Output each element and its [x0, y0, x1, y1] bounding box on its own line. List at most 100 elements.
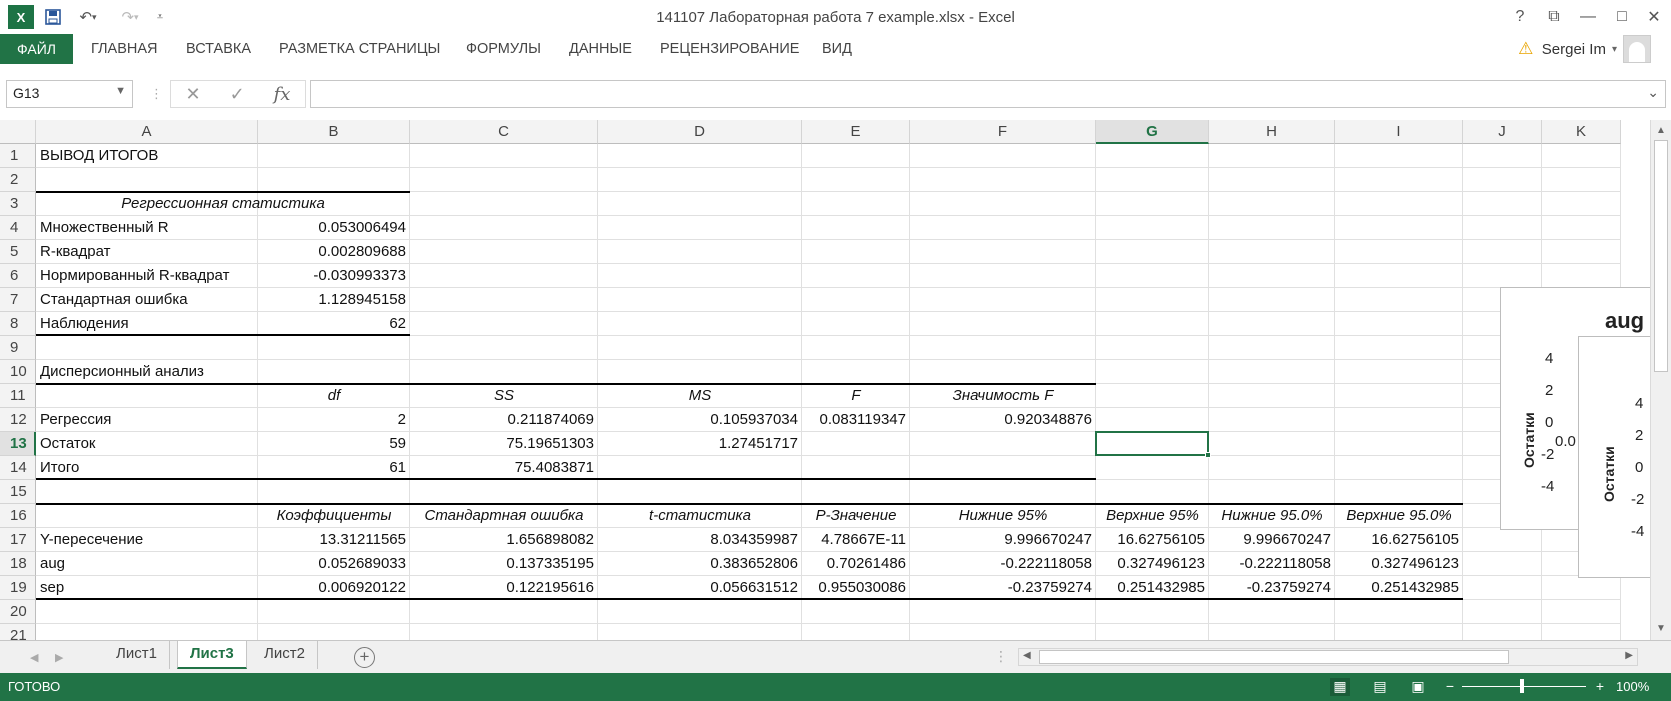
cell-b12[interactable]: 2: [258, 408, 410, 432]
row-header-17[interactable]: 17: [0, 528, 36, 552]
sheet-tab-2[interactable]: Лист2: [252, 641, 318, 669]
normal-view-icon[interactable]: ▦: [1330, 678, 1350, 696]
cell-h16[interactable]: Нижние 95.0%: [1209, 504, 1335, 528]
cell-h18[interactable]: -0.222118058: [1209, 552, 1335, 576]
cancel-icon[interactable]: ✕: [185, 84, 200, 105]
cell-a13[interactable]: Остаток: [36, 432, 100, 456]
cell-d13[interactable]: 1.27451717: [598, 432, 802, 456]
cell-b16[interactable]: Коэффициенты: [258, 504, 410, 528]
sheet-tab-1[interactable]: Лист1: [104, 641, 170, 669]
row-header-1[interactable]: 1: [0, 144, 36, 168]
cell-f18[interactable]: -0.222118058: [910, 552, 1096, 576]
row-header-6[interactable]: 6: [0, 264, 36, 288]
zoom-out-icon[interactable]: −: [1440, 678, 1460, 696]
cell-c16[interactable]: Стандартная ошибка: [410, 504, 598, 528]
residual-chart-sep[interactable]: Остатки 4 2 0 -2 -4 0: [1578, 336, 1650, 578]
cell-b14[interactable]: 61: [258, 456, 410, 480]
cell-a4[interactable]: Множественный R: [36, 216, 173, 240]
tab-data[interactable]: ДАННЫЕ: [569, 34, 632, 64]
insert-function-icon[interactable]: fx: [274, 84, 291, 105]
cell-b7[interactable]: 1.128945158: [258, 288, 410, 312]
tab-review[interactable]: РЕЦЕНЗИРОВАНИЕ: [660, 34, 799, 64]
vertical-scroll-thumb[interactable]: [1654, 140, 1668, 372]
cell-a1[interactable]: ВЫВОД ИТОГОВ: [36, 144, 162, 168]
minimize-icon[interactable]: —: [1574, 4, 1602, 30]
cell-a12[interactable]: Регрессия: [36, 408, 115, 432]
column-header-f[interactable]: F: [910, 120, 1096, 144]
cell-e12[interactable]: 0.083119347: [802, 408, 910, 432]
row-header-18[interactable]: 18: [0, 552, 36, 576]
cell-c12[interactable]: 0.211874069: [410, 408, 598, 432]
row-header-16[interactable]: 16: [0, 504, 36, 528]
cell-h19[interactable]: -0.23759274: [1209, 576, 1335, 600]
tab-formulas[interactable]: ФОРМУЛЫ: [466, 34, 541, 64]
save-icon[interactable]: [42, 6, 64, 28]
column-header-i[interactable]: I: [1335, 120, 1463, 144]
cell-e11[interactable]: F: [802, 384, 910, 408]
vertical-scrollbar[interactable]: ▲ ▼: [1650, 120, 1671, 640]
zoom-slider[interactable]: [1462, 686, 1586, 687]
cell-a19[interactable]: sep: [36, 576, 68, 600]
cell-e17[interactable]: 4.78667E-11: [802, 528, 910, 552]
sheet-tab-3[interactable]: Лист3: [177, 641, 247, 669]
horizontal-scroll-thumb[interactable]: [1039, 650, 1509, 664]
cell-i16[interactable]: Верхние 95.0%: [1335, 504, 1463, 528]
worksheet-grid[interactable]: ABCDEFGHIJK 1 2 3 4 5 6 7 8 9 10 11 12 13 14 15 16 17 18 1…: [0, 120, 1650, 640]
cell-g19[interactable]: 0.251432985: [1096, 576, 1209, 600]
scroll-sheets-right-icon[interactable]: ▶: [55, 651, 63, 664]
cell-a18[interactable]: aug: [36, 552, 69, 576]
scroll-left-icon[interactable]: ◀: [1023, 650, 1031, 661]
column-header-h[interactable]: H: [1209, 120, 1335, 144]
row-header-4[interactable]: 4: [0, 216, 36, 240]
column-header-g[interactable]: G: [1096, 120, 1209, 144]
cell-i17[interactable]: 16.62756105: [1335, 528, 1463, 552]
row-header-10[interactable]: 10: [0, 360, 36, 384]
tab-home[interactable]: ГЛАВНАЯ: [91, 34, 158, 64]
row-header-11[interactable]: 11: [0, 384, 36, 408]
cell-d18[interactable]: 0.383652806: [598, 552, 802, 576]
row-header-21[interactable]: 21: [0, 624, 36, 640]
scroll-down-icon[interactable]: ▼: [1654, 622, 1668, 636]
column-header-j[interactable]: J: [1463, 120, 1542, 144]
page-layout-view-icon[interactable]: ▤: [1370, 678, 1390, 696]
row-header-5[interactable]: 5: [0, 240, 36, 264]
cell-b18[interactable]: 0.052689033: [258, 552, 410, 576]
cell-b11[interactable]: df: [258, 384, 410, 408]
avatar[interactable]: [1623, 35, 1651, 63]
customize-toolbar-icon[interactable]: ⩡: [152, 6, 168, 28]
cell-b13[interactable]: 59: [258, 432, 410, 456]
row-header-20[interactable]: 20: [0, 600, 36, 624]
cell-a8[interactable]: Наблюдения: [36, 312, 133, 336]
ribbon-display-options-icon[interactable]: ⧉: [1540, 4, 1568, 30]
cell-b5[interactable]: 0.002809688: [258, 240, 410, 264]
cell-c17[interactable]: 1.656898082: [410, 528, 598, 552]
cell-g17[interactable]: 16.62756105: [1096, 528, 1209, 552]
expand-formula-bar-icon[interactable]: ⌄: [1647, 84, 1659, 101]
user-account[interactable]: ⚠ Sergei Im ▾: [1516, 34, 1651, 64]
chevron-down-icon[interactable]: ▼: [115, 85, 126, 97]
cell-d16[interactable]: t-статистика: [598, 504, 802, 528]
cell-f12[interactable]: 0.920348876: [910, 408, 1096, 432]
cell-d19[interactable]: 0.056631512: [598, 576, 802, 600]
cell-d11[interactable]: MS: [598, 384, 802, 408]
horizontal-scrollbar[interactable]: ◀ ▶: [1018, 648, 1638, 666]
help-icon[interactable]: ?: [1506, 4, 1534, 30]
cell-c14[interactable]: 75.4083871: [410, 456, 598, 480]
cell-c11[interactable]: SS: [410, 384, 598, 408]
cell-c18[interactable]: 0.137335195: [410, 552, 598, 576]
cell-a17[interactable]: Y-пересечение: [36, 528, 147, 552]
cell-d17[interactable]: 8.034359987: [598, 528, 802, 552]
row-header-8[interactable]: 8: [0, 312, 36, 336]
cell-c13[interactable]: 75.19651303: [410, 432, 598, 456]
row-header-13[interactable]: 13: [0, 432, 36, 456]
cell-g16[interactable]: Верхние 95%: [1096, 504, 1209, 528]
cell-i19[interactable]: 0.251432985: [1335, 576, 1463, 600]
name-box[interactable]: G13 ▼: [6, 80, 133, 108]
zoom-slider-handle[interactable]: [1520, 679, 1524, 693]
row-header-3[interactable]: 3: [0, 192, 36, 216]
column-header-k[interactable]: K: [1542, 120, 1621, 144]
cell-f11[interactable]: Значимость F: [910, 384, 1096, 408]
row-header-15[interactable]: 15: [0, 480, 36, 504]
cell-a3[interactable]: Регрессионная статистика: [36, 192, 410, 216]
tab-insert[interactable]: ВСТАВКА: [186, 34, 251, 64]
